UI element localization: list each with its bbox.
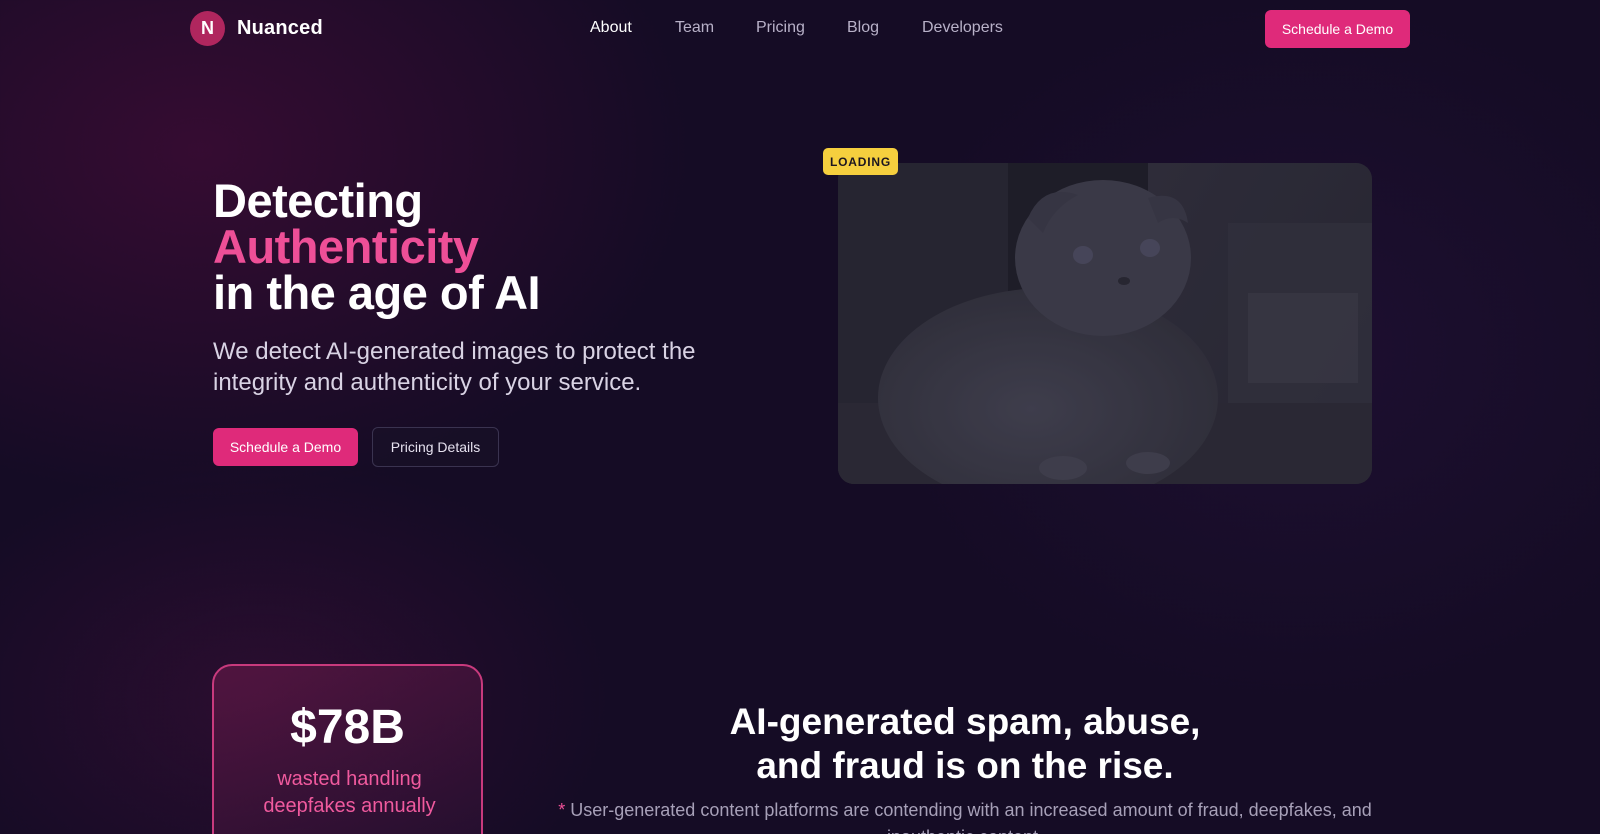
nav-schedule-demo-button[interactable]: Schedule a Demo (1265, 10, 1410, 48)
rise-title-line2: and fraud is on the rise. (756, 745, 1174, 786)
stat-value: $78B (290, 701, 405, 754)
cat-preview-image (838, 163, 1372, 484)
nav-link-pricing[interactable]: Pricing (756, 19, 805, 37)
hero-schedule-demo-button[interactable]: Schedule a Demo (213, 428, 358, 466)
hero-title-line3: in the age of AI (213, 266, 541, 319)
stat-card: $78B wasted handling deepfakes annually (212, 664, 483, 834)
rise-title-line1: AI-generated spam, abuse, (729, 701, 1201, 742)
pricing-details-button[interactable]: Pricing Details (372, 427, 499, 467)
hero-title-line1: Detecting (213, 174, 423, 227)
stat-label: wasted handling deepfakes annually (263, 768, 436, 817)
nav-link-developers[interactable]: Developers (922, 19, 1003, 37)
rise-note: * User-generated content platforms are c… (540, 797, 1390, 834)
hero-title: Detecting Authenticity in the age of AI (213, 174, 541, 319)
top-navbar: N Nuanced About Team Pricing Blog Develo… (0, 0, 1600, 58)
nav-link-blog[interactable]: Blog (847, 19, 879, 37)
rise-title: AI-generated spam, abuse, and fraud is o… (610, 700, 1320, 788)
rise-note-text: User-generated content platforms are con… (570, 800, 1372, 834)
hero-title-highlight: Authenticity (213, 220, 479, 273)
nav-link-team[interactable]: Team (675, 19, 714, 37)
hero-subtitle: We detect AI-generated images to protect… (213, 338, 696, 396)
nav-link-about[interactable]: About (590, 19, 632, 37)
cat-illustration (838, 163, 1372, 484)
loading-badge: LOADING (823, 148, 898, 175)
